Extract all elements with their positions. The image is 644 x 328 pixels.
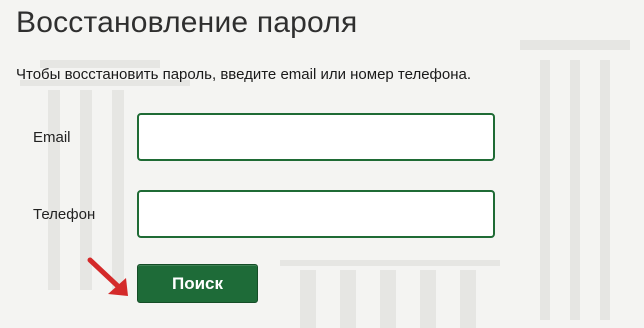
phone-label: Телефон: [33, 206, 96, 223]
red-arrow-pointer-icon: [87, 257, 128, 296]
email-field[interactable]: [137, 113, 495, 161]
instruction-text: Чтобы восстановить пароль, введите email…: [16, 66, 472, 83]
email-label: Email: [33, 129, 71, 146]
search-button[interactable]: Поиск: [137, 264, 258, 303]
phone-field[interactable]: [137, 190, 495, 238]
page-title: Восстановление пароля: [16, 6, 358, 39]
